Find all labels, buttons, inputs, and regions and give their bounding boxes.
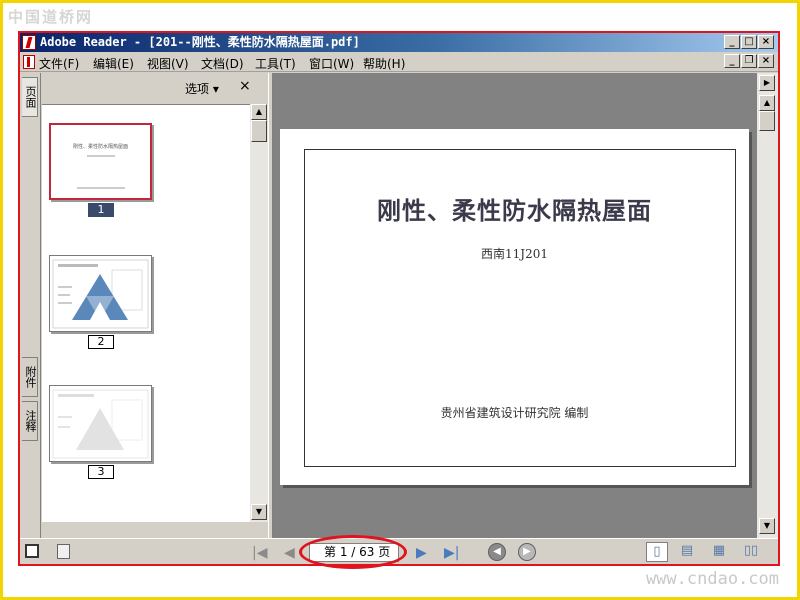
page-code: 西南11J201 <box>481 247 548 261</box>
window-title: Adobe Reader - [201--刚性、柔性防水隔热屋面.pdf] <box>40 35 360 49</box>
menu-file[interactable]: 文件(F) <box>39 55 79 72</box>
continuous-view-icon[interactable]: ▤ <box>676 542 698 562</box>
thumbnail-page-3[interactable] <box>49 385 152 462</box>
adobe-app-icon <box>22 35 36 50</box>
menu-help[interactable]: 帮助(H) <box>363 55 405 72</box>
thumbnail-page-1[interactable]: 刚性、柔性防水隔热屋面 <box>49 123 152 200</box>
menu-edit[interactable]: 编辑(E) <box>93 55 134 72</box>
thumbnail-scrollbar[interactable]: ▲ ▼ <box>250 104 268 522</box>
watermark-bottom: www.cndao.com <box>645 569 779 589</box>
doc-scroll-thumb[interactable] <box>759 111 775 131</box>
facing-view-icon[interactable]: ▦ <box>708 542 730 562</box>
scroll-thumb[interactable] <box>251 120 267 142</box>
pages-panel: 选项 ▾ × 刚性、柔性防水隔热屋面 1 2 3 ▲ ▼ <box>42 73 268 538</box>
menu-bar: 文件(F) 编辑(E) 视图(V) 文档(D) 工具(T) 窗口(W) 帮助(H… <box>20 52 778 72</box>
close-icon[interactable]: × <box>758 35 774 49</box>
previous-page-icon[interactable]: ◀ <box>284 545 295 561</box>
continuous-facing-view-icon[interactable]: ▯▯ <box>740 542 762 562</box>
thumbnail-label-2[interactable]: 2 <box>88 335 114 349</box>
scroll-up-icon[interactable]: ▲ <box>251 104 267 120</box>
go-forward-icon[interactable]: ▶ <box>518 543 536 561</box>
navigation-tabs: 页面 附件 注释 <box>20 73 41 538</box>
document-page: 刚性、柔性防水隔热屋面 西南11J201 贵州省建筑设计研究院 编制 <box>280 129 749 485</box>
doc-scroll-up-icon[interactable]: ▲ <box>759 95 775 111</box>
thumbnail-label-3[interactable]: 3 <box>88 465 114 479</box>
thumbnail-faded-diagram <box>52 389 149 459</box>
thumbnail-label-1[interactable]: 1 <box>88 203 114 217</box>
menu-window[interactable]: 窗口(W) <box>309 55 354 72</box>
thumbnail-page-2[interactable] <box>49 255 152 332</box>
single-page-view-icon[interactable]: ▯ <box>646 542 668 562</box>
tab-comments[interactable]: 注释 <box>22 401 38 441</box>
page-setup-icon[interactable] <box>57 544 70 559</box>
doc-restore-icon[interactable]: ❐ <box>741 54 757 68</box>
first-page-icon[interactable]: |◀ <box>252 545 267 561</box>
menu-document[interactable]: 文档(D) <box>201 55 244 72</box>
go-back-icon[interactable]: ◀ <box>488 543 506 561</box>
tab-pages[interactable]: 页面 <box>22 77 38 117</box>
panel-close-icon[interactable]: × <box>239 78 251 94</box>
panel-header: 选项 ▾ × <box>42 73 268 104</box>
expand-arrow-icon[interactable]: ▶ <box>759 75 775 91</box>
menu-view[interactable]: 视图(V) <box>147 55 189 72</box>
next-page-icon[interactable]: ▶ <box>416 545 427 561</box>
thumbnail-title: 刚性、柔性防水隔热屋面 <box>72 144 128 150</box>
thumbnail-line <box>77 187 125 189</box>
watermark-top: 中国道桥网 <box>8 8 94 26</box>
document-scrollbar[interactable]: ▶ ▲ ▼ <box>757 73 778 538</box>
doc-close-icon[interactable]: × <box>758 54 774 68</box>
navigation-pane-icon[interactable] <box>25 544 39 558</box>
thumbnail-triangle-diagram <box>52 259 149 329</box>
menu-tools[interactable]: 工具(T) <box>255 55 296 72</box>
minimize-icon[interactable]: _ <box>724 35 740 49</box>
doc-minimize-icon[interactable]: _ <box>724 54 740 68</box>
document-icon[interactable] <box>23 55 35 69</box>
maximize-icon[interactable]: □ <box>741 35 757 49</box>
options-menu[interactable]: 选项 ▾ <box>185 80 219 97</box>
page-publisher: 贵州省建筑设计研究院 编制 <box>440 406 589 420</box>
thumbnail-line <box>87 155 115 157</box>
title-bar: Adobe Reader - [201--刚性、柔性防水隔热屋面.pdf] _ … <box>20 33 778 52</box>
last-page-icon[interactable]: ▶| <box>444 545 459 561</box>
thumbnail-list: 刚性、柔性防水隔热屋面 1 2 3 <box>42 104 250 522</box>
doc-scroll-down-icon[interactable]: ▼ <box>759 518 775 534</box>
reader-window: Adobe Reader - [201--刚性、柔性防水隔热屋面.pdf] _ … <box>18 31 780 566</box>
tab-attachments[interactable]: 附件 <box>22 357 38 397</box>
document-view: 刚性、柔性防水隔热屋面 西南11J201 贵州省建筑设计研究院 编制 <box>273 73 757 538</box>
scroll-down-icon[interactable]: ▼ <box>251 504 267 520</box>
page-indicator-highlight <box>299 535 407 569</box>
page-title: 刚性、柔性防水隔热屋面 <box>377 197 652 225</box>
